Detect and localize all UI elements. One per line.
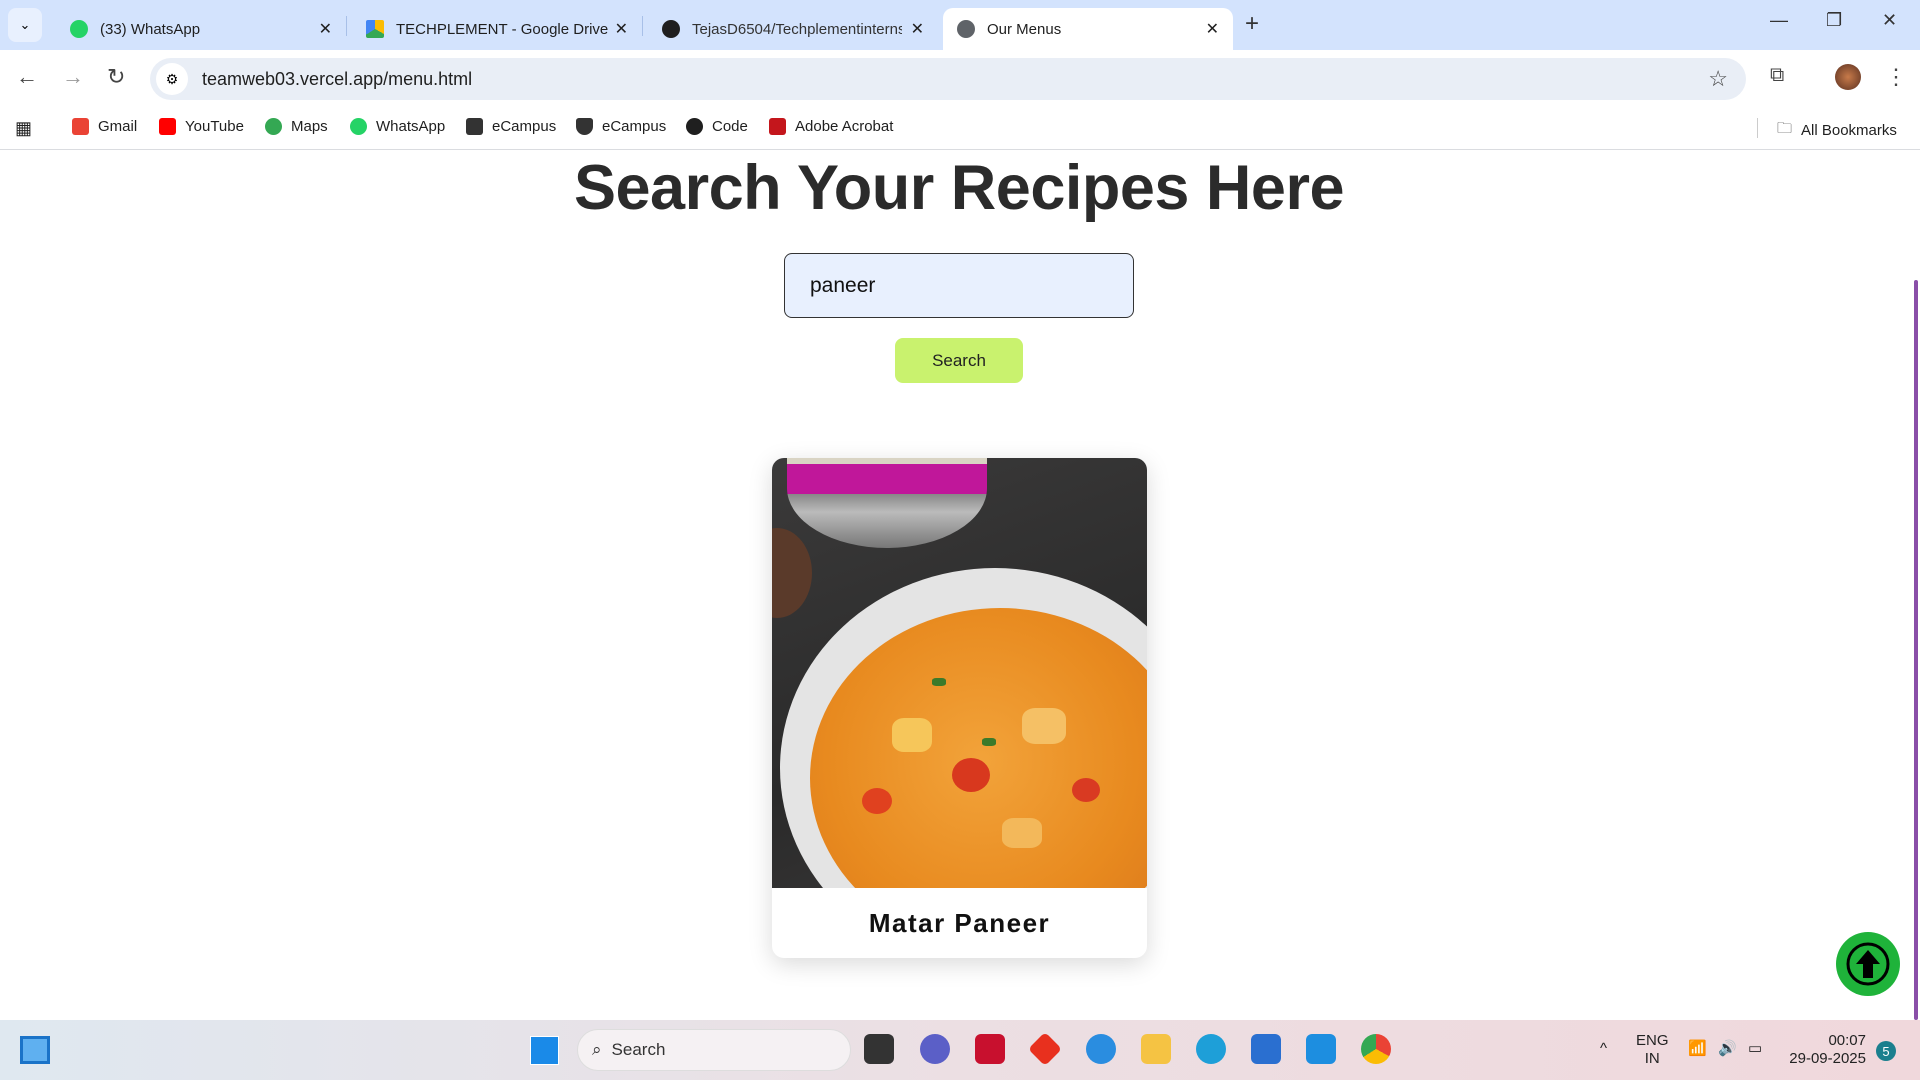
close-tab-icon[interactable]: ✕: [319, 19, 332, 39]
folder-icon: 🗀: [1777, 120, 1793, 137]
widgets-icon[interactable]: [20, 1036, 50, 1064]
back-button[interactable]: ←: [16, 64, 38, 90]
recipe-search-input[interactable]: [784, 253, 1134, 318]
bookmark-ecampus[interactable]: eCampus: [466, 118, 556, 135]
start-button[interactable]: [530, 1036, 559, 1065]
tab-bar: ⌄ (33) WhatsApp ✕ TECHPLEMENT - Google Dr…: [0, 0, 1920, 50]
ecampus-icon: [466, 118, 483, 135]
vscode-icon[interactable]: [1306, 1034, 1336, 1064]
search-icon: ⌕: [592, 1040, 602, 1059]
whatsapp-icon: [70, 20, 88, 38]
maps-icon: [265, 118, 282, 135]
extensions-icon[interactable]: ⧉: [1770, 64, 1784, 87]
apps-icon[interactable]: ▦: [15, 118, 32, 139]
volume-icon[interactable]: 🔊: [1718, 1040, 1737, 1058]
shield-icon: [576, 118, 593, 135]
bookmarks-bar: ▦ Gmail YouTube Maps WhatsApp eCampus eC…: [0, 106, 1920, 150]
url-text[interactable]: teamweb03.vercel.app/menu.html: [202, 69, 472, 90]
globe-icon: [957, 20, 975, 38]
new-tab-button[interactable]: +: [1245, 10, 1259, 38]
bookmark-whatsapp[interactable]: WhatsApp: [350, 118, 445, 135]
bookmark-code[interactable]: Code: [686, 118, 748, 135]
recipe-title: Matar Paneer: [868, 907, 1051, 938]
acrobat-icon: [769, 118, 786, 135]
google-drive-icon: [366, 20, 384, 38]
taskbar: ⌕ Search ^ ENG IN 📶 🔊 ▭ 00:07 29-09-2025 5: [0, 1020, 1920, 1080]
bookmark-maps[interactable]: Maps: [265, 118, 328, 135]
arrow-up-icon: [1846, 942, 1890, 986]
tab-github[interactable]: TejasD6504/Techplementinterns ✕: [648, 8, 938, 50]
whatsapp-icon: [350, 118, 367, 135]
github-icon: [662, 20, 680, 38]
all-bookmarks[interactable]: 🗀 All Bookmarks: [1777, 118, 1897, 143]
mcafee-icon[interactable]: [975, 1034, 1005, 1064]
close-tab-icon[interactable]: ✕: [1206, 19, 1219, 39]
reload-button[interactable]: ↻: [107, 64, 125, 90]
wifi-icon[interactable]: 📶: [1688, 1040, 1707, 1058]
tab-whatsapp[interactable]: (33) WhatsApp ✕: [56, 8, 346, 50]
recipe-card[interactable]: Matar Paneer: [772, 458, 1147, 958]
scroll-to-top-button[interactable]: [1836, 932, 1900, 996]
edge-icon[interactable]: [1196, 1034, 1226, 1064]
store-icon[interactable]: [1251, 1034, 1281, 1064]
language-indicator[interactable]: ENG IN: [1636, 1032, 1669, 1068]
page-title: Search Your Recipes Here: [573, 153, 1345, 223]
tab-our-menus[interactable]: Our Menus ✕: [943, 8, 1233, 50]
show-hidden-icons[interactable]: ^: [1600, 1040, 1607, 1058]
file-explorer-icon[interactable]: [1141, 1034, 1171, 1064]
close-tab-icon[interactable]: ✕: [911, 19, 924, 39]
clock[interactable]: 00:07 29-09-2025: [1786, 1032, 1866, 1068]
notification-badge[interactable]: 5: [1876, 1041, 1896, 1061]
forward-button[interactable]: →: [62, 64, 84, 90]
teams-icon[interactable]: [920, 1034, 950, 1064]
bookmark-ecampus-2[interactable]: eCampus: [576, 118, 666, 135]
gmail-icon: [72, 118, 89, 135]
bookmark-star-icon[interactable]: ☆: [1708, 66, 1728, 92]
bookmark-adobe-acrobat[interactable]: Adobe Acrobat: [769, 118, 893, 135]
site-info-icon[interactable]: ⚙: [156, 63, 188, 95]
app-icon[interactable]: [1028, 1032, 1062, 1066]
taskbar-search[interactable]: ⌕ Search: [577, 1029, 851, 1071]
profile-avatar[interactable]: [1835, 64, 1861, 90]
close-window-button[interactable]: ✕: [1882, 10, 1897, 31]
github-icon: [686, 118, 703, 135]
minimize-button[interactable]: —: [1770, 10, 1788, 31]
restore-button[interactable]: ❐: [1826, 10, 1842, 31]
scrollbar[interactable]: [1914, 280, 1918, 1020]
menu-icon[interactable]: ⋮: [1885, 64, 1907, 90]
search-button[interactable]: Search: [895, 338, 1023, 383]
youtube-icon: [159, 118, 176, 135]
battery-icon[interactable]: ▭: [1748, 1040, 1762, 1058]
tab-search-button[interactable]: ⌄: [8, 8, 42, 42]
chrome-icon[interactable]: [1361, 1034, 1391, 1064]
address-bar[interactable]: ⚙ teamweb03.vercel.app/menu.html ☆: [150, 58, 1746, 100]
recipe-image: [772, 458, 1147, 888]
bookmark-gmail[interactable]: Gmail: [72, 118, 137, 135]
task-view-icon[interactable]: [864, 1034, 894, 1064]
close-tab-icon[interactable]: ✕: [615, 19, 628, 39]
app-icon-2[interactable]: [1086, 1034, 1116, 1064]
tab-google-drive[interactable]: TECHPLEMENT - Google Drive ✕: [352, 8, 642, 50]
bookmark-youtube[interactable]: YouTube: [159, 118, 244, 135]
toolbar: ← → ↻ ⚙ teamweb03.vercel.app/menu.html ☆…: [0, 50, 1920, 106]
